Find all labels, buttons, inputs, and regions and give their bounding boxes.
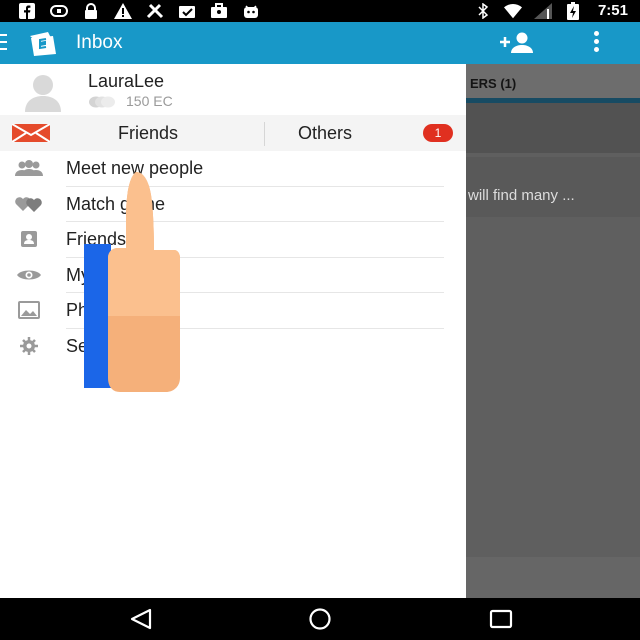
recents-icon[interactable]: [488, 608, 514, 630]
overflow-menu-icon[interactable]: [590, 31, 602, 55]
menu-item-settings[interactable]: Settings: [0, 329, 466, 365]
tab-friends[interactable]: Friends: [118, 123, 178, 144]
wifi-icon: [503, 3, 522, 19]
back-icon[interactable]: [128, 608, 154, 630]
battery-charging-icon: [564, 1, 582, 20]
home-icon[interactable]: [306, 608, 334, 630]
avatar: [22, 72, 64, 112]
add-friend-button[interactable]: [498, 31, 536, 55]
menu-item-my-visitors[interactable]: My visitors: [0, 258, 466, 293]
facebook-icon: [18, 3, 36, 19]
sync-icon: [50, 3, 68, 19]
checklist-icon: [178, 3, 196, 19]
coins-icon: [88, 95, 122, 108]
inbox-tabs: Friends Others 1: [0, 115, 466, 151]
bluetooth-icon: [474, 2, 492, 19]
menu-item-meet-new-people[interactable]: Meet new people: [0, 151, 466, 187]
username: LauraLee: [88, 71, 165, 91]
app-logo-icon: [28, 30, 60, 56]
background-row: [466, 103, 640, 153]
background-footer: [466, 557, 640, 598]
menu-item-match-game[interactable]: Match game: [0, 187, 466, 222]
hearts-icon: [14, 195, 44, 213]
touch-hand-icon: [106, 168, 180, 394]
status-bar: 7:51: [0, 0, 640, 22]
lock-icon: [82, 3, 100, 19]
photos-icon: [14, 301, 44, 319]
background-message-preview: will find many ...: [466, 157, 640, 217]
menu-item-photo-rates[interactable]: Photo rates: [0, 293, 466, 329]
drawer-menu: Meet new people Match game Friends My vi…: [0, 151, 466, 364]
navigation-drawer: LauraLee 150 EC Friends Others 1 Meet ne…: [0, 64, 466, 598]
warning-icon: [114, 3, 132, 19]
app-bar: Inbox: [0, 22, 640, 64]
tab-others[interactable]: Others: [298, 123, 352, 144]
clock: 7:51: [597, 2, 628, 19]
credits-value: 150 EC: [126, 93, 173, 109]
system-nav-bar: [0, 598, 640, 640]
unread-badge: 1: [423, 124, 453, 142]
contact-card-icon: [14, 230, 44, 248]
menu-icon[interactable]: [0, 34, 8, 52]
android-icon: [242, 3, 260, 19]
tab-divider: [264, 122, 265, 146]
eye-icon: [14, 266, 44, 284]
gear-icon: [14, 336, 44, 355]
signal-icon: [533, 2, 552, 19]
tools-icon: [146, 3, 164, 19]
menu-item-friends[interactable]: Friends: [0, 222, 466, 258]
people-icon: [14, 159, 44, 177]
mail-icon: [11, 123, 51, 143]
page-title: Inbox: [76, 32, 123, 53]
briefcase-icon: [210, 3, 228, 19]
profile-header[interactable]: LauraLee 150 EC: [0, 64, 466, 114]
background-tab-others: ERS (1): [466, 64, 640, 98]
